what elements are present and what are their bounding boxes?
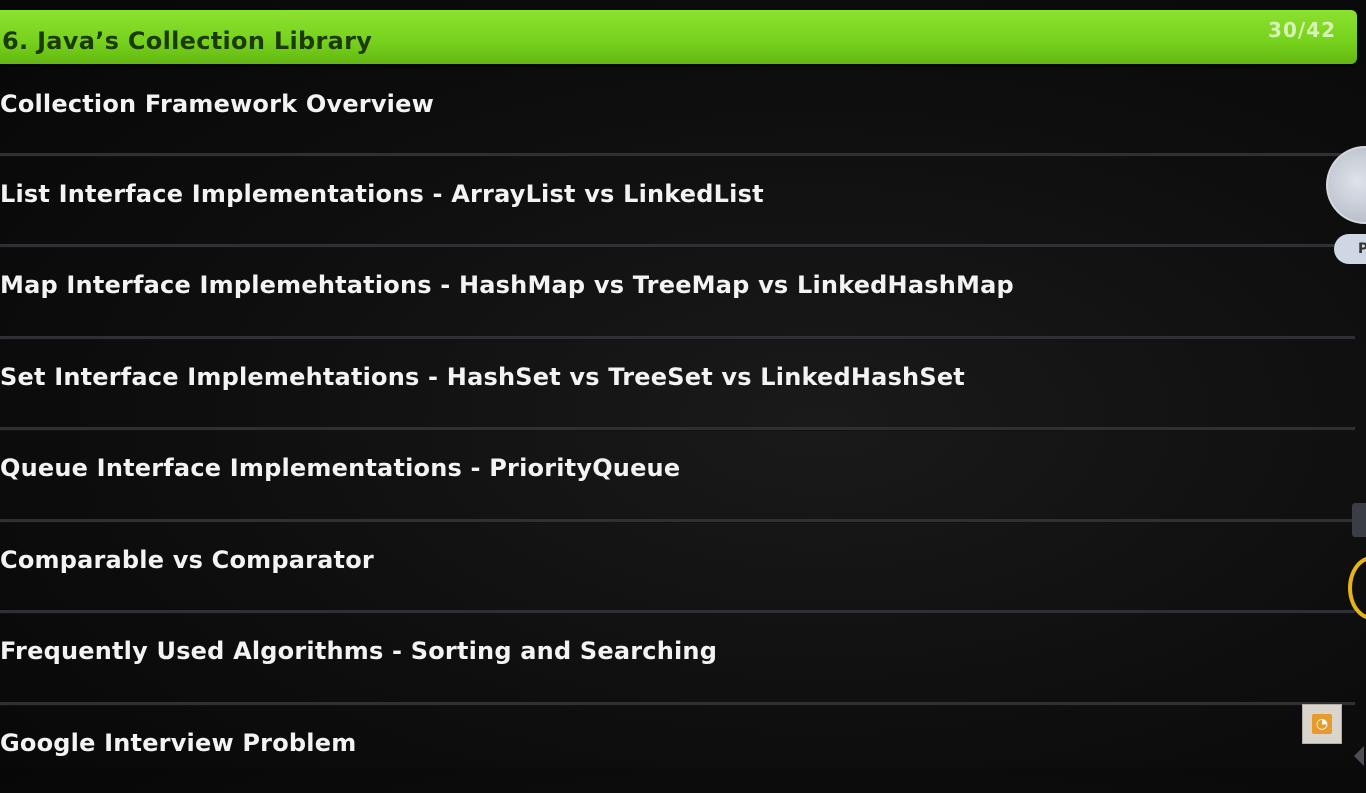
topic-label: List Interface Implementations - ArrayLi… bbox=[0, 180, 764, 208]
slide-counter: 30/42 bbox=[1268, 18, 1336, 42]
topic-label: Collection Framework Overview bbox=[0, 90, 434, 118]
section-header-bar: 6. Java’s Collection Library 30/42 bbox=[0, 10, 1357, 64]
topic-label: Map Interface Implemehtations - HashMap … bbox=[0, 271, 1014, 299]
topic-label: Frequently Used Algorithms - Sorting and… bbox=[0, 637, 717, 665]
topic-row: Map Interface Implemehtations - HashMap … bbox=[0, 247, 1355, 339]
section-title: 6. Java’s Collection Library bbox=[2, 27, 372, 55]
topic-label: Comparable vs Comparator bbox=[0, 546, 374, 574]
topic-label: Queue Interface Implementations - Priori… bbox=[0, 454, 680, 482]
side-panel-tab[interactable] bbox=[1352, 503, 1366, 537]
logo-glyph-icon: ◔ bbox=[1312, 714, 1332, 734]
topic-label: Google Interview Problem bbox=[0, 729, 356, 757]
app-logo-icon[interactable]: ◔ bbox=[1302, 704, 1342, 744]
topic-row: List Interface Implementations - ArrayLi… bbox=[0, 156, 1355, 248]
topic-row: Google Interview Problem bbox=[0, 705, 1355, 793]
topic-row: Set Interface Implemehtations - HashSet … bbox=[0, 339, 1355, 431]
topic-row: Queue Interface Implementations - Priori… bbox=[0, 430, 1355, 522]
topic-label: Set Interface Implemehtations - HashSet … bbox=[0, 363, 965, 391]
topic-row: Comparable vs Comparator bbox=[0, 522, 1355, 614]
topic-row: Collection Framework Overview bbox=[0, 64, 1355, 156]
chevron-left-icon[interactable] bbox=[1354, 746, 1364, 766]
topic-row: Frequently Used Algorithms - Sorting and… bbox=[0, 613, 1355, 705]
side-pill-button[interactable]: P bbox=[1334, 234, 1366, 264]
topic-list: Collection Framework Overview List Inter… bbox=[0, 64, 1355, 793]
